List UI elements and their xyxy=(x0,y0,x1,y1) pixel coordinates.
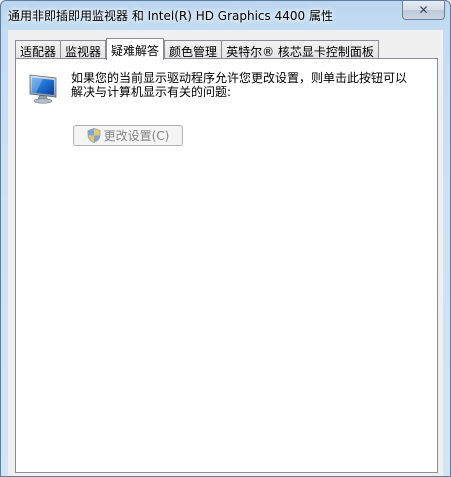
tab-troubleshoot[interactable]: 疑难解答 xyxy=(106,38,165,60)
troubleshoot-panel: 如果您的当前显示驱动程序允许您更改设置，则单击此按钮可以解决与计算机显示有关的问… xyxy=(15,58,438,473)
close-icon: ✕ xyxy=(418,3,429,17)
title-bar[interactable]: 通用非即插即用监视器 和 Intel(R) HD Graphics 4400 属… xyxy=(1,1,450,29)
close-button[interactable]: ✕ xyxy=(402,1,445,20)
properties-window: 通用非即插即用监视器 和 Intel(R) HD Graphics 4400 属… xyxy=(0,0,451,477)
change-settings-button[interactable]: 更改设置(C) xyxy=(73,125,183,146)
monitor-icon xyxy=(29,74,57,104)
tab-intel-graphics-control-panel[interactable]: 英特尔® 核芯显卡控制面板 xyxy=(221,40,379,59)
uac-shield-icon xyxy=(87,128,101,143)
change-settings-label: 更改设置(C) xyxy=(103,129,170,143)
tab-color-management[interactable]: 颜色管理 xyxy=(164,40,223,59)
tab-strip: 适配器 监视器 疑难解答 颜色管理 英特尔® 核芯显卡控制面板 xyxy=(15,38,379,60)
tab-monitor[interactable]: 监视器 xyxy=(60,40,107,59)
troubleshoot-message: 如果您的当前显示驱动程序允许您更改设置，则单击此按钮可以解决与计算机显示有关的问… xyxy=(71,71,408,99)
tab-adapter[interactable]: 适配器 xyxy=(15,40,62,59)
dialog-client-area: 适配器 监视器 疑难解答 颜色管理 英特尔® 核芯显卡控制面板 如果您的当前显示… xyxy=(8,30,443,476)
window-title: 通用非即插即用监视器 和 Intel(R) HD Graphics 4400 属… xyxy=(8,9,333,23)
